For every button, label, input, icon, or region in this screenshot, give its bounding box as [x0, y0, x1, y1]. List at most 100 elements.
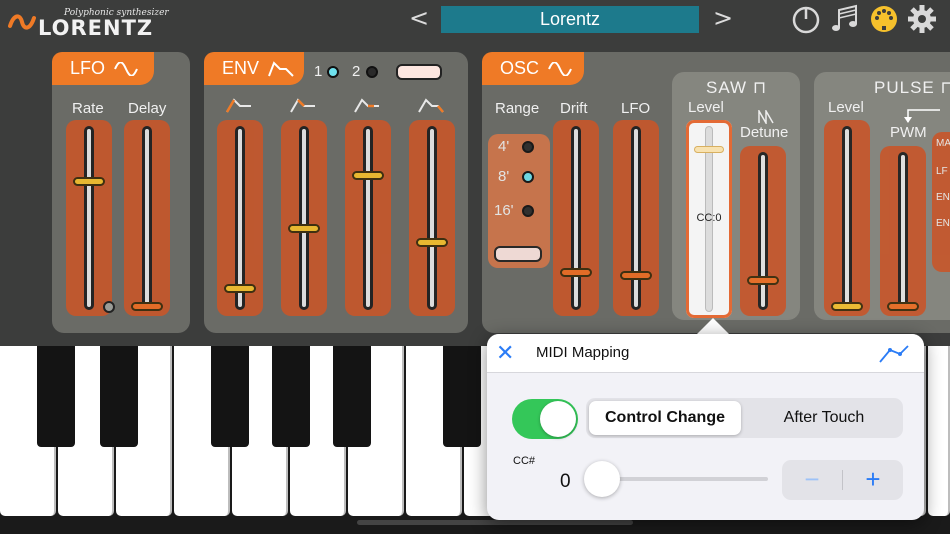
close-icon[interactable]: ✕ — [496, 340, 514, 366]
mode-control-change[interactable]: Control Change — [589, 401, 741, 435]
lfo-delay-knob[interactable] — [131, 302, 163, 311]
pwm-route-icon — [904, 109, 940, 123]
range-switch[interactable] — [494, 246, 542, 262]
gear-icon[interactable] — [907, 4, 937, 34]
lfo-title: LFO — [52, 52, 154, 85]
env-release-slider[interactable] — [409, 120, 455, 316]
pulse-level-knob[interactable] — [831, 302, 863, 311]
cc-number-label: CC# — [513, 455, 536, 467]
range-label: Range — [495, 100, 540, 117]
env-decay-slider[interactable] — [281, 120, 327, 316]
saw-level-slider-selected[interactable]: CC:0 — [686, 120, 732, 318]
pwm-source-2[interactable]: LF — [936, 166, 948, 177]
env-sustain-slider[interactable] — [345, 120, 391, 316]
detune-icon — [758, 110, 774, 124]
lfo-delay-label: Delay — [128, 100, 167, 117]
increment-button[interactable]: + — [843, 460, 903, 500]
pwm-source-1[interactable]: MA — [936, 138, 950, 149]
home-indicator — [357, 520, 633, 525]
env-attack-slider[interactable] — [217, 120, 263, 316]
range-16-radio[interactable] — [522, 205, 534, 217]
saw-level-knob[interactable] — [694, 146, 724, 153]
midi-icon[interactable] — [869, 4, 899, 34]
saw-detune-label: Detune — [740, 124, 789, 141]
pwm-source-3[interactable]: EN — [936, 192, 950, 203]
lfo-rate-knob[interactable] — [73, 177, 105, 186]
osc-panel: OSC Range 4' 8' 16' Drift LFO SAW ⊓ Leve… — [482, 52, 950, 334]
pulse-section: PULSE ⊓⊓ Level PWM MA LF EN EN — [814, 72, 950, 320]
previous-preset-button[interactable]: < — [409, 4, 429, 32]
black-key[interactable] — [211, 346, 249, 447]
app-logo: Polyphonic synthesizer LORENTZ — [8, 6, 169, 40]
logo-mark-icon — [8, 14, 36, 30]
attack-icon — [226, 98, 251, 113]
range-8-radio[interactable] — [522, 171, 534, 183]
preset-name-field[interactable]: Lorentz — [441, 6, 699, 33]
pulse-level-label: Level — [828, 99, 864, 116]
envelope-icon — [268, 61, 294, 77]
env-attack-knob[interactable] — [224, 284, 256, 293]
env-title: ENV — [204, 52, 304, 85]
saw-level-label: Level — [688, 99, 724, 116]
popover-arrow — [697, 318, 729, 334]
env-select-2-radio[interactable] — [366, 66, 378, 78]
range-option-8[interactable]: 8' — [498, 168, 509, 185]
white-key[interactable] — [928, 346, 950, 516]
saw-detune-slider[interactable] — [740, 146, 786, 316]
black-key[interactable] — [443, 346, 481, 447]
saw-section: SAW ⊓ Level Detune CC:0 — [672, 72, 800, 320]
osc-lfo-label: LFO — [621, 100, 651, 117]
app-name: LORENTZ — [38, 16, 154, 40]
env-select-1-label: 1 — [314, 63, 323, 80]
sine-wave-icon — [548, 61, 572, 77]
black-key[interactable] — [333, 346, 371, 447]
drift-knob[interactable] — [560, 268, 592, 277]
drift-slider[interactable] — [553, 120, 599, 316]
cc-slider-thumb[interactable] — [584, 461, 620, 497]
popover-header: ✕ MIDI Mapping — [487, 334, 924, 373]
env-sustain-knob[interactable] — [352, 171, 384, 180]
env-select-2-label: 2 — [352, 63, 361, 80]
saw-title: SAW ⊓ — [706, 78, 768, 97]
music-notes-icon[interactable] — [830, 4, 860, 34]
pulse-pwm-slider[interactable] — [880, 146, 926, 316]
next-preset-button[interactable]: > — [713, 4, 733, 32]
lfo-delay-slider[interactable] — [124, 120, 170, 316]
range-option-16[interactable]: 16' — [494, 202, 514, 219]
range-selector: 4' 8' 16' — [488, 134, 550, 268]
midi-enable-toggle[interactable] — [512, 399, 578, 439]
decrement-button[interactable]: − — [782, 460, 842, 500]
popover-title: MIDI Mapping — [536, 344, 630, 361]
drift-label: Drift — [560, 100, 588, 117]
black-key[interactable] — [100, 346, 138, 447]
black-key[interactable] — [37, 346, 75, 447]
env-release-knob[interactable] — [416, 238, 448, 247]
osc-lfo-knob[interactable] — [620, 271, 652, 280]
env-decay-knob[interactable] — [288, 224, 320, 233]
midi-mapping-popover: ✕ MIDI Mapping Control Change After Touc… — [487, 334, 924, 520]
env-mode-switch[interactable] — [396, 64, 442, 80]
synth-app: Polyphonic synthesizer LORENTZ < Lorentz… — [0, 0, 950, 534]
midi-mode-segmented-control: Control Change After Touch — [586, 398, 903, 438]
saw-detune-knob[interactable] — [747, 276, 779, 285]
range-option-4[interactable]: 4' — [498, 138, 509, 155]
sine-wave-icon — [114, 61, 138, 77]
pulse-pwm-label: PWM — [890, 124, 927, 141]
power-icon[interactable] — [791, 4, 821, 34]
curve-icon[interactable] — [878, 344, 910, 364]
black-key[interactable] — [272, 346, 310, 447]
range-4-radio[interactable] — [522, 141, 534, 153]
cc-number-slider[interactable] — [584, 461, 768, 497]
pulse-title: PULSE ⊓⊓ — [874, 78, 950, 97]
release-icon — [418, 98, 444, 113]
pwm-source-selector[interactable]: MA LF EN EN — [932, 132, 950, 272]
lfo-rate-slider[interactable] — [66, 120, 112, 316]
pwm-source-4[interactable]: EN — [936, 218, 950, 229]
mode-after-touch[interactable]: After Touch — [748, 401, 900, 435]
osc-lfo-slider[interactable] — [613, 120, 659, 316]
pulse-pwm-knob[interactable] — [887, 302, 919, 311]
pulse-level-slider[interactable] — [824, 120, 870, 316]
lfo-sync-indicator[interactable] — [103, 301, 115, 313]
cc-number-value: 0 — [560, 471, 571, 492]
env-select-1-radio[interactable] — [327, 66, 339, 78]
